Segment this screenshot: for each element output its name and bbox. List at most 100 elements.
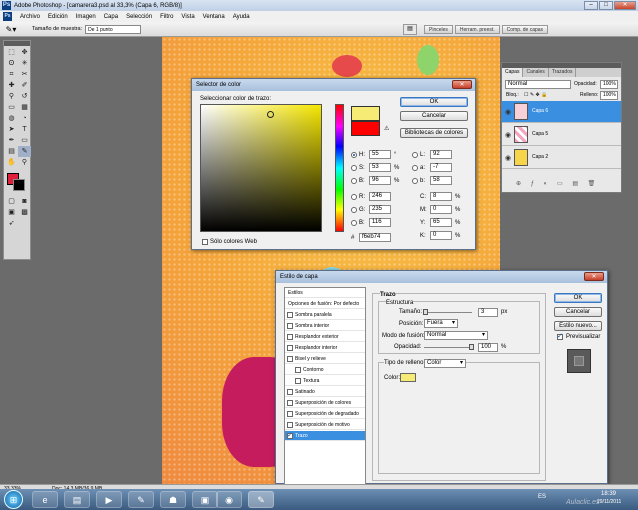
layer-row[interactable]: ◉ Capa 6: [502, 101, 621, 123]
radio-a[interactable]: [412, 165, 418, 171]
slice-tool-icon[interactable]: ✂: [18, 69, 31, 80]
photoshop-taskbar-icon[interactable]: ✎: [248, 491, 274, 508]
style-list-item[interactable]: Bisel y relieve: [285, 354, 365, 364]
style-list-item[interactable]: Estilos: [285, 288, 365, 298]
a-field[interactable]: -7: [430, 163, 452, 172]
layer-row[interactable]: ◉ Capa 5: [502, 124, 621, 146]
blend-mode-select[interactable]: Normal ▾: [424, 331, 488, 340]
l-field[interactable]: 92: [430, 150, 452, 159]
file-explorer-icon[interactable]: ▤: [64, 491, 90, 508]
menu-seleccion[interactable]: Selección: [126, 14, 152, 20]
out-of-gamut-warning-icon[interactable]: ⚠: [384, 125, 389, 133]
opacity-slider-thumb[interactable]: [469, 344, 474, 350]
blend-mode-select[interactable]: Normal: [505, 80, 571, 89]
style-checkbox[interactable]: [287, 389, 293, 395]
color-field[interactable]: [200, 104, 322, 232]
palette-tab-brushes[interactable]: Pinceles: [424, 25, 453, 34]
radio-h[interactable]: [351, 152, 357, 158]
magic-wand-icon[interactable]: ✳: [18, 58, 31, 69]
path-select-icon[interactable]: ➤: [5, 124, 18, 135]
cancel-button[interactable]: Cancelar: [400, 111, 468, 121]
new-style-button[interactable]: Estilo nuevo...: [554, 321, 602, 331]
palette-tab-layer-comps[interactable]: Comp. de capas: [501, 25, 549, 34]
k-field[interactable]: 0: [430, 231, 452, 240]
s-field[interactable]: 53: [369, 163, 391, 172]
h-field[interactable]: 55: [369, 150, 391, 159]
sample-size-select[interactable]: De 1 punto: [85, 24, 142, 34]
color-field-cursor[interactable]: [267, 111, 274, 118]
dodge-tool-icon[interactable]: ◔: [18, 113, 31, 124]
visibility-eye-icon[interactable]: ◉: [505, 131, 511, 139]
radio-lab-b[interactable]: [412, 178, 418, 184]
palette-tab-tool-presets[interactable]: Herram. preest.: [454, 25, 500, 34]
style-list-item[interactable]: Contorno: [285, 365, 365, 375]
lock-icons[interactable]: ☐ ✎ ✥ 🔒: [524, 91, 547, 99]
style-list-item[interactable]: Sombra paralela: [285, 310, 365, 320]
lab-b-field[interactable]: 58: [430, 176, 452, 185]
internet-explorer-icon[interactable]: e: [32, 491, 58, 508]
visibility-eye-icon[interactable]: ◉: [505, 108, 511, 116]
radio-b[interactable]: [351, 178, 357, 184]
c-field[interactable]: 8: [430, 192, 452, 201]
screen-mode-icon[interactable]: ▣: [5, 207, 18, 218]
layer-style-cancel-button[interactable]: Cancelar: [554, 307, 602, 317]
radio-g[interactable]: [351, 207, 357, 213]
size-slider-thumb[interactable]: [423, 309, 428, 315]
blur-tool-icon[interactable]: ◍: [5, 113, 18, 124]
ok-button[interactable]: OK: [400, 97, 468, 107]
style-list-item[interactable]: Resplandor interior: [285, 343, 365, 353]
paint-icon[interactable]: ✎: [128, 491, 154, 508]
eyedropper-icon[interactable]: ✎: [18, 146, 31, 157]
crop-tool-icon[interactable]: ⌗: [5, 69, 18, 80]
style-list-item[interactable]: Resplandor exterior: [285, 332, 365, 342]
style-checkbox[interactable]: [287, 411, 293, 417]
style-list-item[interactable]: Sombra interior: [285, 321, 365, 331]
hex-field[interactable]: f6eb74: [359, 233, 391, 242]
style-list-item[interactable]: Trazo: [285, 431, 365, 441]
lasso-tool-icon[interactable]: ʘ: [5, 58, 18, 69]
style-checkbox[interactable]: [295, 378, 301, 384]
style-list-item[interactable]: Superposición de colores: [285, 398, 365, 408]
style-checkbox[interactable]: [287, 312, 293, 318]
healing-brush-icon[interactable]: ✚: [5, 80, 18, 91]
tab-canales[interactable]: Canales: [523, 68, 549, 77]
b-field[interactable]: 96: [369, 176, 391, 185]
style-checkbox[interactable]: [287, 356, 293, 362]
start-button[interactable]: ⊞: [4, 490, 23, 509]
style-checkbox[interactable]: [287, 345, 293, 351]
radio-r[interactable]: [351, 194, 357, 200]
hand-tool-icon[interactable]: ✋: [5, 157, 18, 168]
menu-archivo[interactable]: Archivo: [20, 14, 40, 20]
maximize-button[interactable]: □: [599, 1, 613, 10]
blue-field[interactable]: 116: [369, 218, 391, 227]
layer-style-close-button[interactable]: ✕: [584, 272, 604, 281]
g-field[interactable]: 235: [369, 205, 391, 214]
language-indicator[interactable]: ES: [538, 494, 546, 500]
notes-tool-icon[interactable]: ▤: [5, 146, 18, 157]
brush-tool-icon[interactable]: ✐: [18, 80, 31, 91]
style-checkbox[interactable]: [287, 400, 293, 406]
stroke-color-swatch[interactable]: [400, 373, 416, 382]
pen-tool-icon[interactable]: ✒: [5, 135, 18, 146]
minimize-button[interactable]: –: [584, 1, 598, 10]
radio-l[interactable]: [412, 152, 418, 158]
menu-edicion[interactable]: Edición: [48, 14, 68, 20]
workspace-icon[interactable]: ▤: [403, 24, 417, 35]
color-picker-close-button[interactable]: ✕: [452, 80, 472, 89]
opacity-slider-track[interactable]: [424, 347, 472, 348]
zoom-tool-icon[interactable]: ⚲: [18, 157, 31, 168]
position-select[interactable]: Fuera ▾: [424, 319, 458, 328]
style-checkbox[interactable]: [287, 323, 293, 329]
layer-row[interactable]: ◉ Capa 2: [502, 147, 621, 169]
photoshop-menu-icon[interactable]: Ps: [3, 12, 12, 21]
quick-mask-icon[interactable]: ◙: [18, 196, 31, 207]
tab-trazados[interactable]: Trazados: [549, 68, 577, 77]
opacity-field[interactable]: 100: [478, 343, 498, 352]
style-checkbox[interactable]: [287, 422, 293, 428]
layers-footer-icons[interactable]: ⊕ ƒ ◐ ▭ ▤ 🗑: [516, 180, 599, 188]
opacity-field[interactable]: 100%: [600, 80, 618, 89]
clone-stamp-icon[interactable]: ⚲: [5, 91, 18, 102]
clock-time[interactable]: 18:39: [601, 491, 616, 497]
eyedropper-tool-icon[interactable]: ✎▾: [4, 24, 18, 35]
style-checkbox[interactable]: [287, 334, 293, 340]
